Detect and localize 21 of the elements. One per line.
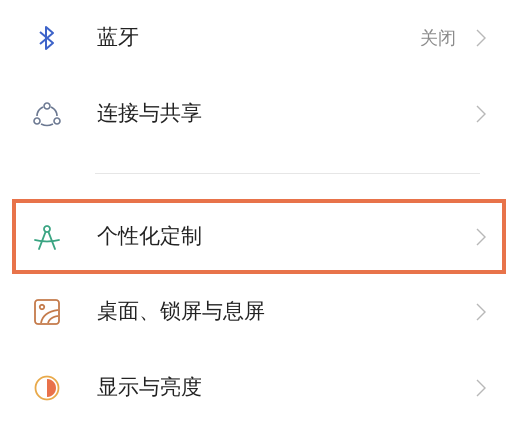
drafting-compass-icon	[33, 222, 61, 251]
item-value: 关闭	[420, 26, 456, 50]
half-circle-icon	[33, 374, 61, 402]
chevron-right-icon	[476, 29, 486, 47]
chevron-right-icon	[476, 302, 486, 321]
item-label: 桌面、锁屏与息屏	[97, 298, 265, 326]
wallpaper-icon	[33, 298, 61, 326]
settings-item[interactable]: 桌面、锁屏与息屏	[0, 274, 518, 350]
bluetooth-icon	[38, 25, 56, 51]
settings-item[interactable]: 连接与共享	[0, 76, 518, 152]
settings-item[interactable]: 蓝牙 关闭	[0, 0, 518, 76]
chevron-right-icon	[476, 228, 486, 246]
item-label: 蓝牙	[97, 24, 139, 52]
settings-item[interactable]: 个性化定制	[0, 204, 518, 270]
item-label: 连接与共享	[97, 100, 202, 128]
connected-nodes-icon	[32, 101, 62, 127]
chevron-right-icon	[476, 105, 486, 123]
chevron-right-icon	[476, 378, 486, 397]
item-label: 显示与亮度	[97, 374, 202, 402]
settings-item[interactable]: 显示与亮度	[0, 350, 518, 426]
item-label: 个性化定制	[97, 222, 202, 250]
